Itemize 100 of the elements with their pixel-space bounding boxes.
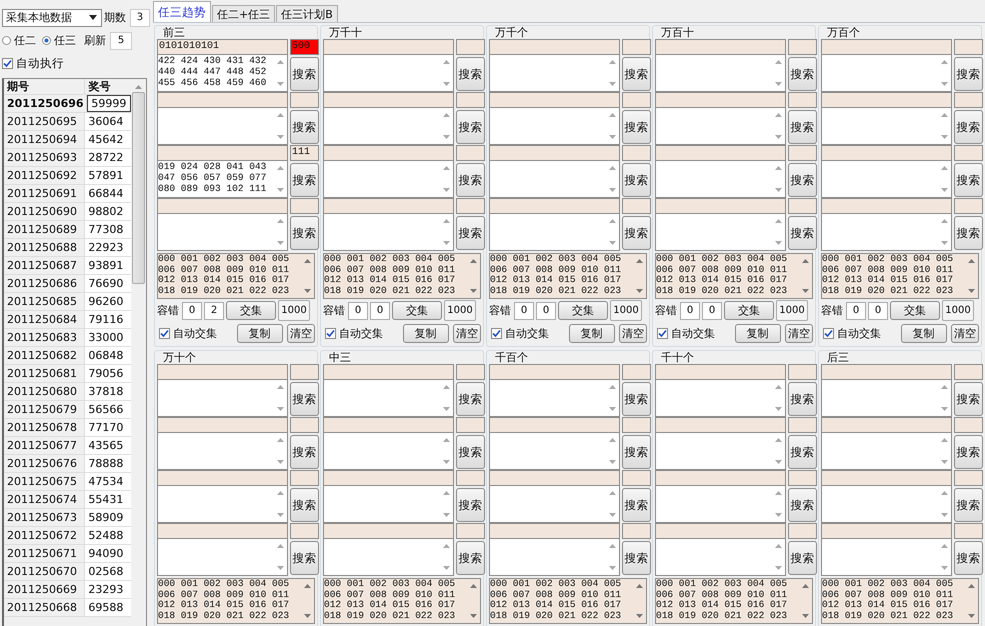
- pattern-field[interactable]: [655, 470, 786, 486]
- search-button[interactable]: 搜索: [788, 216, 817, 250]
- search-button[interactable]: 搜索: [456, 110, 485, 144]
- scroll-down-icon[interactable]: [940, 188, 948, 192]
- pattern-field[interactable]: [157, 364, 288, 380]
- scroll-up-icon[interactable]: [636, 584, 642, 588]
- number-list-field[interactable]: [821, 380, 952, 417]
- scroll-up-icon[interactable]: [276, 544, 284, 548]
- result-list-field[interactable]: 000 001 002 003 004 005 006 007 008 009 010 011 012 013 014 015 016 017 018 019 020 021 022 023: [489, 578, 647, 624]
- count-field[interactable]: [456, 39, 485, 55]
- number-list-field[interactable]: [157, 486, 288, 523]
- search-button[interactable]: 搜索: [788, 541, 817, 575]
- count-field[interactable]: [456, 364, 485, 380]
- scrollbar-thumb[interactable]: [132, 92, 145, 284]
- number-list-field[interactable]: [655, 486, 786, 523]
- count-field[interactable]: [954, 145, 983, 161]
- search-button[interactable]: 搜索: [622, 110, 651, 144]
- pattern-field[interactable]: [655, 198, 786, 214]
- scroll-up-icon[interactable]: [636, 259, 642, 263]
- count-field[interactable]: [290, 198, 319, 214]
- pattern-field[interactable]: [655, 523, 786, 539]
- scroll-down-icon[interactable]: [276, 241, 284, 245]
- count-field[interactable]: [788, 470, 817, 486]
- search-button[interactable]: 搜索: [456, 382, 485, 416]
- search-button[interactable]: 搜索: [954, 488, 983, 522]
- number-list-field[interactable]: [655, 55, 786, 92]
- scroll-up-icon[interactable]: [774, 113, 782, 117]
- scroll-down-icon[interactable]: [608, 513, 616, 517]
- scroll-down-icon[interactable]: [608, 135, 616, 139]
- scroll-up-icon[interactable]: [442, 166, 450, 170]
- auto-intersect-checkbox[interactable]: 自动交集: [323, 326, 397, 341]
- count-field[interactable]: [622, 523, 651, 539]
- number-list-field[interactable]: [323, 486, 454, 523]
- auto-intersect-checkbox[interactable]: 自动交集: [489, 326, 563, 341]
- search-button[interactable]: 搜索: [954, 216, 983, 250]
- number-list-field[interactable]: [323, 161, 454, 198]
- scroll-up-icon[interactable]: [276, 438, 284, 442]
- scroll-up-icon[interactable]: [608, 113, 616, 117]
- scroll-down-icon[interactable]: [304, 289, 310, 293]
- intersect-button[interactable]: 交集: [558, 301, 608, 320]
- scroll-down-icon[interactable]: [774, 241, 782, 245]
- search-button[interactable]: 搜索: [456, 57, 485, 91]
- tolerance-field[interactable]: 2: [204, 302, 224, 320]
- scroll-down-icon[interactable]: [470, 289, 476, 293]
- scroll-down-icon[interactable]: [940, 82, 948, 86]
- result-list-field[interactable]: 000 001 002 003 004 005 006 007 008 009 010 011 012 013 014 015 016 017 018 019 020 021 022 023: [489, 253, 647, 299]
- scroll-up-icon[interactable]: [774, 544, 782, 548]
- scroll-down-icon[interactable]: [442, 188, 450, 192]
- intersect-button[interactable]: 交集: [226, 301, 276, 320]
- count-field[interactable]: [954, 523, 983, 539]
- scroll-up-icon[interactable]: [276, 491, 284, 495]
- pattern-field[interactable]: [323, 198, 454, 214]
- result-list-field[interactable]: 000 001 002 003 004 005 006 007 008 009 010 011 012 013 014 015 016 017 018 019 020 021 022 023: [323, 253, 481, 299]
- scroll-up-icon[interactable]: [968, 584, 974, 588]
- search-button[interactable]: 搜索: [788, 163, 817, 197]
- tolerance-field[interactable]: 0: [514, 302, 534, 320]
- count-field[interactable]: [954, 417, 983, 433]
- scroll-up-icon[interactable]: [608, 544, 616, 548]
- pattern-field[interactable]: [821, 417, 952, 433]
- scroll-up-icon[interactable]: [276, 219, 284, 223]
- scroll-up-icon[interactable]: [774, 385, 782, 389]
- pattern-field[interactable]: [157, 417, 288, 433]
- tolerance-field[interactable]: 0: [182, 302, 202, 320]
- intersect-button[interactable]: 交集: [890, 301, 940, 320]
- count-field[interactable]: [788, 198, 817, 214]
- number-list-field[interactable]: [821, 214, 952, 251]
- count-field[interactable]: [456, 523, 485, 539]
- limit-field[interactable]: 1000: [278, 300, 310, 321]
- scroll-up-icon[interactable]: [608, 166, 616, 170]
- scroll-down-icon[interactable]: [940, 241, 948, 245]
- tab[interactable]: 任三趋势: [153, 1, 211, 22]
- scroll-up-icon[interactable]: [940, 491, 948, 495]
- number-list-field[interactable]: [157, 433, 288, 470]
- copy-button[interactable]: 复制: [568, 324, 614, 343]
- scroll-up-icon[interactable]: [940, 60, 948, 64]
- number-list-field[interactable]: [489, 539, 620, 576]
- pattern-field[interactable]: [655, 145, 786, 161]
- scroll-down-icon[interactable]: [774, 407, 782, 411]
- pattern-field[interactable]: [821, 364, 952, 380]
- number-list-field[interactable]: [655, 539, 786, 576]
- pattern-field[interactable]: [157, 198, 288, 214]
- clear-button[interactable]: 清空: [452, 324, 481, 343]
- scroll-up-icon[interactable]: [442, 544, 450, 548]
- tolerance-field[interactable]: 0: [702, 302, 722, 320]
- auto-intersect-checkbox[interactable]: 自动交集: [655, 326, 729, 341]
- count-field[interactable]: [456, 417, 485, 433]
- result-list-field[interactable]: 000 001 002 003 004 005 006 007 008 009 010 011 012 013 014 015 016 017 018 019 020 021 022 023: [655, 578, 813, 624]
- search-button[interactable]: 搜索: [290, 163, 319, 197]
- result-list-field[interactable]: 000 001 002 003 004 005 006 007 008 009 010 011 012 013 014 015 016 017 018 019 020 021 022 023: [157, 578, 315, 624]
- pattern-field[interactable]: [323, 417, 454, 433]
- tolerance-field[interactable]: 0: [348, 302, 368, 320]
- search-button[interactable]: 搜索: [954, 382, 983, 416]
- clear-button[interactable]: 清空: [618, 324, 647, 343]
- scroll-up-icon[interactable]: [608, 491, 616, 495]
- scroll-down-icon[interactable]: [442, 407, 450, 411]
- count-field[interactable]: 111: [290, 145, 319, 161]
- count-field[interactable]: [622, 470, 651, 486]
- refresh-field[interactable]: 5: [110, 32, 132, 50]
- count-field[interactable]: [788, 364, 817, 380]
- scroll-down-icon[interactable]: [276, 566, 284, 570]
